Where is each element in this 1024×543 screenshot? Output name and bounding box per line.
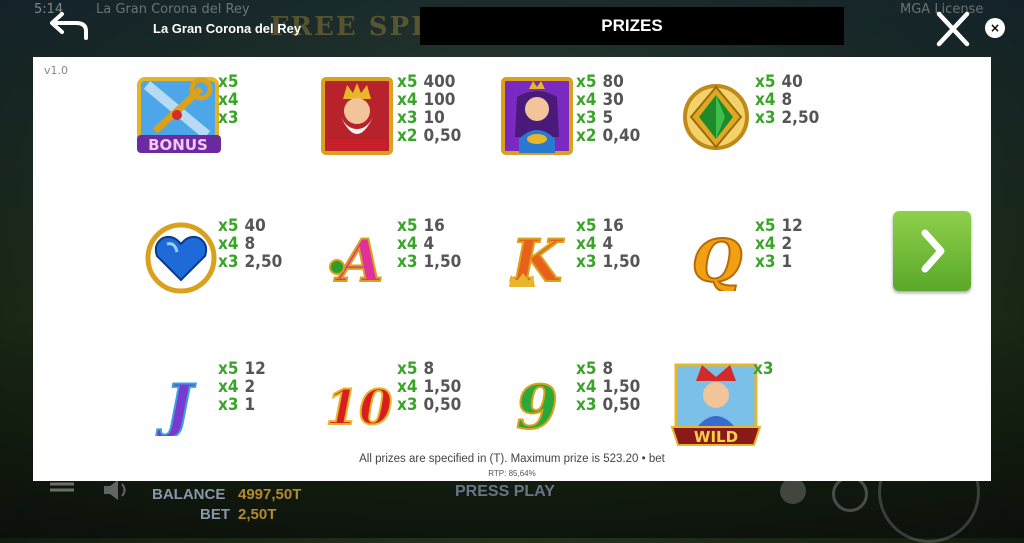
back-arrow-icon [50,12,88,40]
press-play-label: PRESS PLAY [455,483,555,500]
svg-text:Q: Q [692,227,743,291]
bet-value: 2,50T [238,506,277,523]
small-close-button[interactable]: × [985,18,1005,38]
rtp-label: RTP: 85,64% [488,469,536,478]
paytable-panel: v1.0 BONUS x5 x4 x3 x5 400 x4 100 x3 10 x2 0… [33,57,991,481]
close-icon [936,11,970,47]
menu-icon[interactable] [48,480,76,500]
bonus-pays: x5 x4 x3 [218,72,239,128]
ten-pays: x5 8 x4 1,50 x3 0,50 [397,359,462,415]
bet-label: BET [200,506,230,523]
emerald-pays: x5 40 x4 8 x3 2,50 [755,72,820,128]
king-letter-pays: x5 16 x4 4 x3 1,50 [576,216,641,272]
chevron-right-icon [921,229,945,273]
svg-text:10: 10 [326,380,393,436]
svg-text:A: A [333,227,383,291]
jack-pays: x5 12 x4 2 x3 1 [218,359,266,415]
bonus-key-icon: BONUS [133,75,223,154]
next-page-button[interactable] [893,211,971,291]
ace-pays: x5 16 x4 4 x3 1,50 [397,216,462,272]
balance-label: BALANCE [152,486,226,503]
game-subtitle: La Gran Corona del Rey [96,2,250,17]
sapphire-heart-pays: x5 40 x4 8 x3 2,50 [218,216,283,272]
king-pays: x5 400 x4 100 x3 10 x2 0,50 [397,72,462,146]
prize-note: All prizes are specified in (T). Maximum… [359,453,665,465]
ball-icon[interactable] [780,478,806,504]
close-button[interactable] [933,10,973,48]
prizes-header-bar: PRIZES [420,7,844,45]
nine-pays: x5 8 x4 1,50 x3 0,50 [576,359,641,415]
svg-text:9: 9 [516,373,558,436]
bonus-label: BONUS [148,136,208,154]
autoplay-icon[interactable] [832,476,868,512]
queen-pays: x5 80 x4 30 x3 5 x2 0,40 [576,72,641,146]
svg-text:J: J [155,372,196,436]
balance-value: 4997,50T [238,486,302,503]
queen-letter-pays: x5 12 x4 2 x3 1 [755,216,803,272]
jester-wild-icon: WILD [670,361,762,447]
wild-pays: x3 [753,359,774,379]
game-name: La Gran Corona del Rey [153,21,302,36]
version-label: v1.0 [44,64,69,77]
page-title: PRIZES [601,16,663,35]
wild-label: WILD [694,428,738,446]
back-button[interactable] [48,10,90,40]
